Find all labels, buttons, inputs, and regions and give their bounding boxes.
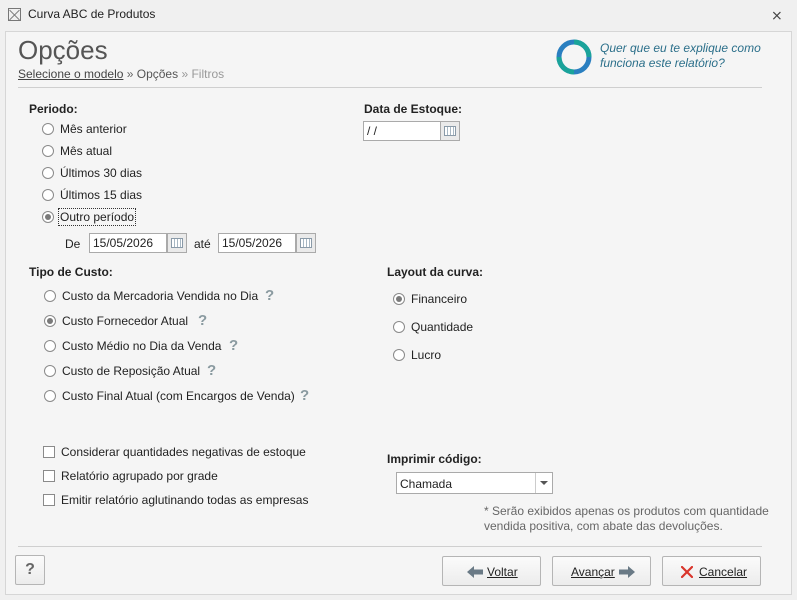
radio-label[interactable]: Outro período xyxy=(57,208,137,226)
radio-label[interactable]: Custo de Reposição Atual xyxy=(62,364,200,378)
radio-label[interactable]: Custo Fornecedor Atual xyxy=(62,314,188,328)
periodo-label: Periodo: xyxy=(29,102,78,116)
radio-custo-reposicao[interactable] xyxy=(44,365,56,377)
cancel-button[interactable]: Cancelar xyxy=(662,556,761,586)
radio-custo-final[interactable] xyxy=(44,390,56,402)
cancel-button-label: Cancelar xyxy=(699,565,748,579)
breadcrumb-separator: » xyxy=(178,67,192,81)
radio-mes-atual[interactable] xyxy=(42,145,54,157)
codigo-select-value: Chamada xyxy=(400,477,453,491)
custo-label: Tipo de Custo: xyxy=(29,265,113,279)
app-icon xyxy=(8,8,21,21)
estoque-date-input[interactable]: / / xyxy=(363,121,441,141)
layout-label: Layout da curva: xyxy=(387,265,484,279)
help-question-icon[interactable]: ? xyxy=(300,387,309,404)
calendar-icon[interactable] xyxy=(440,121,460,141)
radio-label[interactable]: Últimos 30 dias xyxy=(60,166,142,180)
date-from-label: De xyxy=(65,237,81,251)
help-ring-icon[interactable] xyxy=(556,39,592,75)
arrow-right-icon xyxy=(619,566,635,578)
codigo-select[interactable]: Chamada xyxy=(396,472,553,494)
date-to-label: até xyxy=(194,237,211,251)
radio-label[interactable]: Quantidade xyxy=(411,320,473,334)
radio-label[interactable]: Financeiro xyxy=(411,292,467,306)
divider xyxy=(18,546,762,547)
radio-label[interactable]: Custo Médio no Dia da Venda xyxy=(62,339,221,353)
arrow-left-icon xyxy=(467,566,483,578)
help-question-icon[interactable]: ? xyxy=(207,362,216,379)
back-button-label: Voltar xyxy=(487,565,518,579)
radio-label[interactable]: Últimos 15 dias xyxy=(60,188,142,202)
radio-mes-anterior[interactable] xyxy=(42,123,54,135)
radio-label[interactable]: Mês atual xyxy=(60,144,112,158)
help-question-icon[interactable]: ? xyxy=(265,287,274,304)
breadcrumb-link-modelo[interactable]: Selecione o modelo xyxy=(18,67,123,81)
window-titlebar: Curva ABC de Produtos ⨯ xyxy=(0,0,797,30)
checkbox-label[interactable]: Relatório agrupado por grade xyxy=(61,469,218,483)
radio-custo-fornecedor[interactable] xyxy=(44,315,56,327)
breadcrumb: Selecione o modelo » Opções » Filtros xyxy=(18,67,224,81)
help-explain-link[interactable]: Quer que eu te explique como funciona es… xyxy=(600,41,775,71)
calendar-icon[interactable] xyxy=(296,233,316,253)
breadcrumb-separator: » xyxy=(123,67,137,81)
radio-ultimos-15[interactable] xyxy=(42,189,54,201)
date-to-input[interactable]: 15/05/2026 xyxy=(218,233,296,253)
date-from-input[interactable]: 15/05/2026 xyxy=(89,233,167,253)
next-button[interactable]: Avançar xyxy=(552,556,651,586)
radio-lucro[interactable] xyxy=(393,349,405,361)
radio-quantidade[interactable] xyxy=(393,321,405,333)
help-button[interactable]: ? xyxy=(15,555,45,585)
radio-label[interactable]: Custo da Mercadoria Vendida no Dia xyxy=(62,289,258,303)
help-question-icon[interactable]: ? xyxy=(198,312,207,329)
radio-custo-mercadoria[interactable] xyxy=(44,290,56,302)
checkbox-aglutinar-empresas[interactable] xyxy=(43,494,55,506)
next-button-label: Avançar xyxy=(571,565,615,579)
close-x-icon xyxy=(681,566,693,578)
footnote: * Serão exibidos apenas os produtos com … xyxy=(484,504,769,533)
radio-ultimos-30[interactable] xyxy=(42,167,54,179)
radio-label[interactable]: Lucro xyxy=(411,348,441,362)
page-title: Opções xyxy=(18,35,108,65)
divider xyxy=(18,87,762,88)
back-button[interactable]: Voltar xyxy=(442,556,541,586)
codigo-label: Imprimir código: xyxy=(387,452,482,466)
breadcrumb-current: Opções xyxy=(136,67,179,81)
chevron-down-icon[interactable] xyxy=(535,473,552,493)
radio-financeiro[interactable] xyxy=(393,293,405,305)
radio-outro-periodo[interactable] xyxy=(42,211,54,223)
radio-custo-medio[interactable] xyxy=(44,340,56,352)
checkbox-negativas[interactable] xyxy=(43,446,55,458)
close-icon[interactable]: ⨯ xyxy=(771,7,783,24)
breadcrumb-next: Filtros xyxy=(191,67,225,81)
help-question-icon[interactable]: ? xyxy=(229,337,238,354)
estoque-label: Data de Estoque: xyxy=(364,102,463,116)
radio-label[interactable]: Custo Final Atual (com Encargos de Venda… xyxy=(62,389,295,403)
checkbox-label[interactable]: Emitir relatório aglutinando todas as em… xyxy=(61,493,308,507)
checkbox-agrupado-grade[interactable] xyxy=(43,470,55,482)
checkbox-label[interactable]: Considerar quantidades negativas de esto… xyxy=(61,445,306,459)
window-title: Curva ABC de Produtos xyxy=(28,7,156,21)
calendar-icon[interactable] xyxy=(167,233,187,253)
radio-label[interactable]: Mês anterior xyxy=(60,122,127,136)
